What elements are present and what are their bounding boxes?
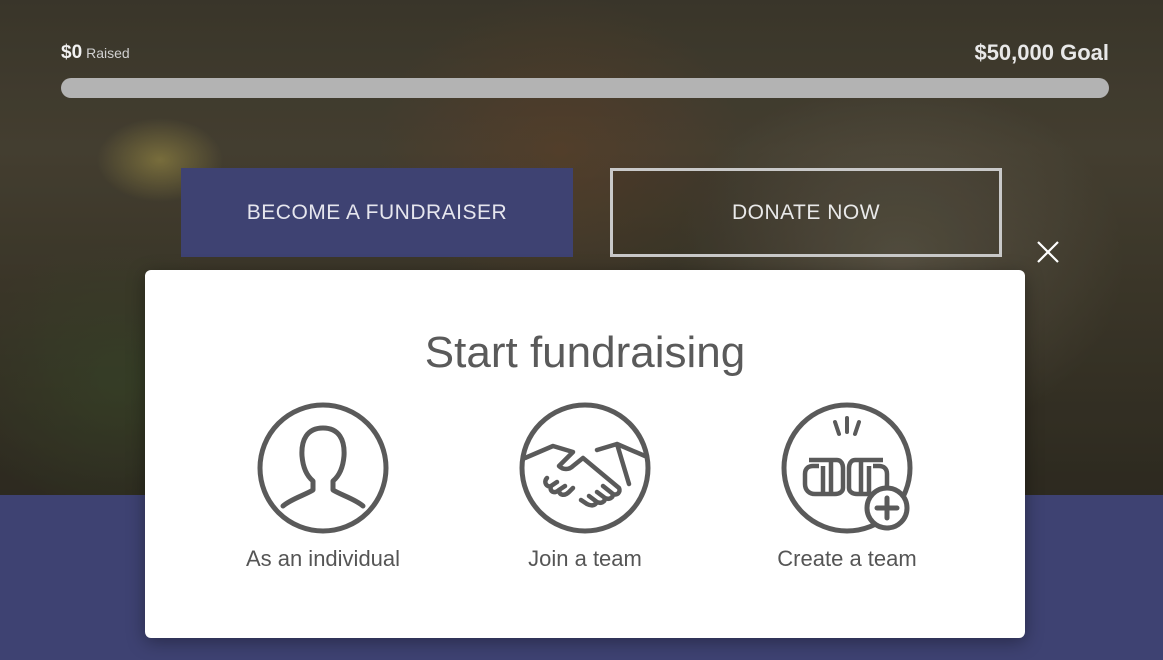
option-create-team-label: Create a team <box>777 546 917 571</box>
handshake-icon <box>519 402 651 534</box>
option-join-team[interactable]: Join a team <box>475 400 695 580</box>
close-icon[interactable] <box>1034 238 1062 266</box>
become-fundraiser-button[interactable]: BECOME A FUNDRAISER <box>181 168 573 257</box>
option-join-team-label: Join a team <box>528 546 642 571</box>
progress-bar <box>61 78 1109 98</box>
goal-text: $50,000 Goal <box>974 40 1109 65</box>
person-icon <box>257 402 389 534</box>
option-create-team[interactable]: Create a team <box>737 400 957 580</box>
option-individual[interactable]: As an individual <box>213 400 433 580</box>
raised-label: Raised <box>86 45 130 61</box>
raised-amount: $0 <box>61 42 83 63</box>
donate-now-button[interactable]: DONATE NOW <box>610 168 1002 257</box>
option-individual-label: As an individual <box>245 546 401 571</box>
modal-title: Start fundraising <box>424 328 746 377</box>
raised-text: $0 Raised <box>61 42 130 64</box>
fist-bump-plus-icon <box>781 402 913 534</box>
start-fundraising-modal: Start fundraising As an individual Join … <box>145 270 1025 638</box>
